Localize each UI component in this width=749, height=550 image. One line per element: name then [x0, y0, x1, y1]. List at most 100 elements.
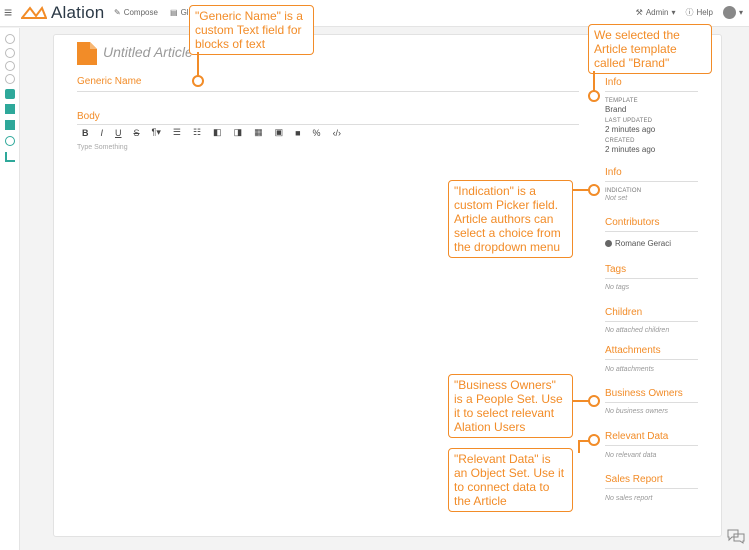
article-document-icon — [77, 42, 97, 65]
callout-connector — [578, 441, 580, 453]
divider — [605, 91, 698, 92]
database-icon[interactable] — [5, 89, 15, 99]
left-sidebar — [0, 28, 20, 550]
article-title[interactable]: Untitled Article — [103, 44, 193, 60]
indication-label: INDICATION — [605, 188, 642, 194]
bullet-list-button[interactable]: ☰ — [173, 127, 181, 138]
contributor-name: Romane Geraci — [615, 239, 672, 248]
top-right-controls: ⚒ Admin ▾ ⓘ Help ▾ — [636, 6, 743, 19]
logo-text: Alation — [51, 3, 105, 22]
body-label: Body — [77, 111, 100, 122]
italic-button[interactable]: I — [101, 128, 104, 138]
strikethrough-button[interactable]: S — [134, 128, 140, 138]
callout-indication: "Indication" is a custom Picker field. A… — [448, 180, 573, 258]
children-field[interactable]: No attached children — [605, 327, 669, 334]
catalog-icon[interactable] — [5, 48, 15, 58]
bold-button[interactable]: B — [82, 128, 89, 138]
admin-menu-button[interactable]: ⚒ Admin ▾ — [636, 8, 676, 17]
callout-marker — [588, 395, 600, 407]
hamburger-menu-icon[interactable]: ≡ — [4, 5, 12, 19]
divider — [605, 488, 698, 489]
help-button[interactable]: ⓘ Help — [686, 7, 713, 18]
tools-icon: ⚒ — [635, 8, 643, 17]
relevant-data-field[interactable]: No relevant data — [605, 452, 656, 459]
contributors-heading: Contributors — [605, 217, 660, 228]
callout-connector — [197, 52, 199, 76]
generic-name-field[interactable] — [77, 91, 579, 92]
admin-label: Admin — [645, 8, 669, 17]
business-owners-heading: Business Owners — [605, 388, 683, 399]
outdent-button[interactable]: ◧ — [213, 127, 222, 138]
contributor-item[interactable]: Romane Geraci — [605, 239, 671, 248]
paragraph-format-button[interactable]: ¶▾ — [152, 127, 161, 138]
image-button[interactable]: ▣ — [275, 127, 284, 138]
business-owners-field[interactable]: No business owners — [605, 408, 668, 415]
indent-button[interactable]: ◨ — [234, 127, 243, 138]
callout-marker — [588, 184, 600, 196]
conversation-icon[interactable] — [5, 136, 15, 146]
table-icon[interactable] — [5, 104, 15, 114]
code-button[interactable]: ‹/› — [333, 128, 342, 138]
chat-icon[interactable] — [726, 528, 746, 544]
divider — [605, 402, 698, 403]
compose-label: Compose — [123, 8, 158, 17]
pencil-icon: ✎ — [114, 8, 121, 17]
relevant-data-heading: Relevant Data — [605, 431, 669, 442]
callout-generic-name: "Generic Name" is a custom Text field fo… — [189, 5, 314, 55]
avatar — [722, 6, 736, 19]
info-heading-2: Info — [605, 167, 622, 178]
callout-marker — [588, 434, 600, 446]
callout-marker — [192, 75, 204, 87]
template-value: Brand — [605, 105, 627, 114]
queries-icon[interactable] — [5, 74, 15, 84]
alation-logo[interactable]: Alation — [21, 3, 104, 23]
divider — [605, 278, 698, 279]
callout-template: We selected the Article template called … — [588, 24, 712, 74]
sales-report-heading: Sales Report — [605, 474, 663, 485]
underline-button[interactable]: U — [115, 128, 122, 138]
created-value: 2 minutes ago — [605, 145, 656, 154]
glossary-button[interactable]: ▤ Gl — [170, 8, 189, 17]
sales-report-field[interactable]: No sales report — [605, 495, 652, 502]
caret-down-icon: ▾ — [671, 8, 676, 17]
caret-down-icon: ▾ — [738, 8, 743, 17]
rich-text-toolbar: B I U S ¶▾ ☰ ☷ ◧ ◨ ▦ ▣ ■ % ‹/› — [82, 127, 341, 138]
compose-button[interactable]: ✎ Compose — [114, 8, 158, 17]
tags-heading: Tags — [605, 264, 627, 275]
callout-marker — [588, 90, 600, 102]
link-button[interactable]: % — [313, 128, 321, 138]
callout-relevant-data: "Relevant Data" is an Object Set. Use it… — [448, 448, 573, 512]
chart-icon[interactable] — [5, 152, 15, 162]
info-icon: ⓘ — [685, 8, 694, 17]
created-label: CREATED — [605, 138, 635, 144]
last-updated-label: LAST UPDATED — [605, 118, 653, 124]
table-button[interactable]: ▦ — [254, 127, 263, 138]
callout-business-owners: "Business Owners" is a People Set. Use i… — [448, 374, 573, 438]
generic-name-label: Generic Name — [77, 76, 142, 87]
divider — [605, 321, 698, 322]
sources-icon[interactable] — [5, 61, 15, 71]
top-navigation-bar: ≡ Alation ✎ Compose ▤ Gl ⚒ Admin ▾ ⓘ Hel… — [0, 0, 749, 27]
help-label: Help — [696, 8, 713, 17]
last-updated-value: 2 minutes ago — [605, 125, 656, 134]
user-menu-button[interactable]: ▾ — [722, 6, 743, 19]
attachments-heading: Attachments — [605, 345, 661, 356]
tags-field[interactable]: No tags — [605, 284, 629, 291]
numbered-list-button[interactable]: ☷ — [193, 127, 201, 138]
document-icon[interactable] — [5, 120, 15, 130]
body-divider — [77, 124, 579, 125]
search-icon[interactable] — [5, 34, 15, 44]
info-heading: Info — [605, 77, 622, 88]
avatar — [605, 240, 612, 247]
attachments-field[interactable]: No attachments — [605, 366, 654, 373]
divider — [605, 359, 698, 360]
book-icon: ▤ — [170, 8, 178, 17]
callout-connector — [593, 71, 595, 91]
template-label: TEMPLATE — [605, 98, 638, 104]
video-button[interactable]: ■ — [295, 128, 300, 138]
body-editor[interactable]: Type Something — [77, 144, 128, 151]
indication-picker[interactable]: Not set — [605, 195, 627, 202]
divider — [605, 181, 698, 182]
glossary-label: Gl — [180, 8, 189, 17]
divider — [605, 231, 698, 232]
